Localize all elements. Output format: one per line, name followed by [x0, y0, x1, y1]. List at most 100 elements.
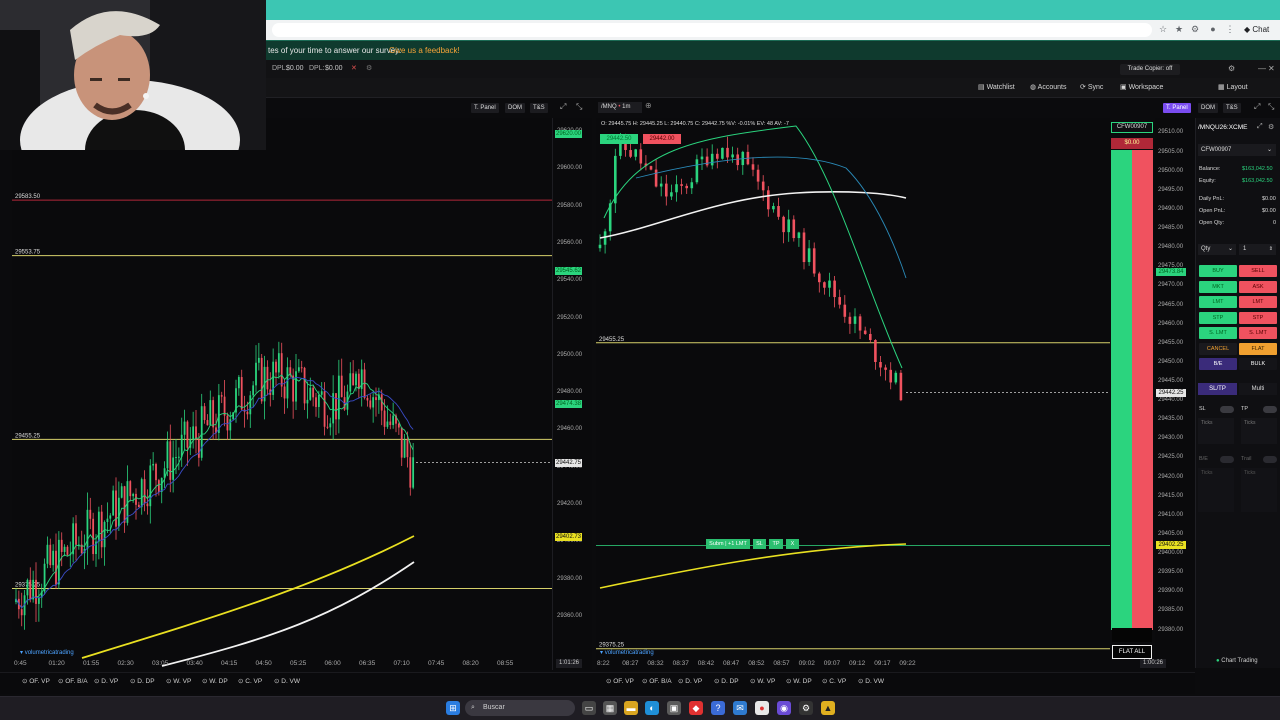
order-button-ask[interactable]: ASK [1239, 280, 1277, 293]
tp-toggle[interactable] [1263, 406, 1277, 413]
qty-type-select[interactable]: Qty ⌄ [1198, 244, 1236, 255]
flat-all-button[interactable]: FLAT ALL [1112, 645, 1152, 659]
dom-sell-column[interactable] [1132, 150, 1153, 630]
price-tick: 29500.00 [557, 351, 583, 358]
symbol-selector[interactable]: /MNQ • 1m [598, 102, 642, 113]
teams-icon[interactable]: ◉ [777, 701, 791, 715]
address-bar[interactable] [272, 23, 1152, 37]
extensions-icon[interactable]: ⚙ [1190, 24, 1200, 34]
order-button-stp[interactable]: STP [1199, 311, 1237, 324]
window-min-icon[interactable]: — [1258, 64, 1266, 73]
multi-tab[interactable]: Multi [1239, 383, 1277, 395]
mail-icon[interactable]: ✉ [733, 701, 747, 715]
chevron-down-icon: ⌄ [1227, 246, 1233, 252]
order-button-bulk[interactable]: BULK [1239, 358, 1277, 370]
tp-ticks-field[interactable]: Ticks [1241, 418, 1277, 444]
order-button-mkt[interactable]: MKT [1199, 280, 1237, 293]
menu-icon[interactable]: ⋮ [1225, 24, 1235, 34]
app-red-icon[interactable]: ◆ [689, 701, 703, 715]
candle-body [143, 479, 146, 504]
edge-icon[interactable]: ◐ [645, 701, 659, 715]
right-chart-area[interactable]: 29455.25 29375.25 [596, 118, 1110, 670]
star-icon[interactable]: ★ [1174, 24, 1184, 34]
order-button-flat[interactable]: FLAT [1239, 342, 1277, 355]
close-icon[interactable]: ✕ [351, 60, 357, 78]
warning-app-icon[interactable]: ▲ [821, 701, 835, 715]
ask-tag[interactable]: 29442.00 [643, 134, 681, 144]
right-price-chart[interactable]: 29455.25 29375.25 [596, 118, 1110, 670]
chart-trading-toggle[interactable]: ● Chart Trading [1216, 658, 1258, 664]
order-button-lmt[interactable]: LMT [1199, 296, 1237, 308]
popout-icon[interactable]: ⤢ [560, 102, 566, 112]
order-button-stp[interactable]: STP [1239, 311, 1277, 324]
bid-tag[interactable]: 29442.50 [600, 134, 638, 144]
chrome-icon[interactable]: ● [755, 701, 769, 715]
sl-ticks-field[interactable]: Ticks [1198, 418, 1234, 444]
start-icon[interactable]: ⊞ [446, 701, 460, 715]
trade-panel-symbol[interactable]: /MNQU26:XCME [1198, 124, 1254, 131]
chat-button[interactable]: ◆ Chat [1244, 23, 1276, 37]
profile-icon[interactable]: ● [1208, 24, 1218, 34]
order-button-sell[interactable]: SELL [1239, 265, 1277, 277]
trail-ticks-field[interactable]: Ticks [1241, 468, 1277, 512]
order-pill-tp[interactable]: TP [769, 539, 783, 549]
left-price-chart[interactable]: 29583.5029553.7529455.2529375.25 [12, 118, 552, 670]
ts-button-left[interactable]: T&S [530, 103, 548, 113]
dom-buy-column[interactable] [1111, 150, 1132, 630]
candle-body [49, 544, 52, 566]
tpanel-button-right[interactable]: T. Panel [1163, 103, 1191, 113]
candle-body [807, 248, 811, 263]
order-pill-sl[interactable]: SL [753, 539, 766, 549]
bookmark-icon[interactable]: ☆ [1158, 24, 1168, 34]
layout-button[interactable]: ▦ Layout [1218, 82, 1248, 94]
candle-body [400, 427, 403, 458]
order-button-lmt[interactable]: LMT [1239, 296, 1277, 308]
order-button-slmt[interactable]: S. LMT [1199, 327, 1237, 339]
store-icon[interactable]: ▣ [667, 701, 681, 715]
file-explorer-icon[interactable]: ▬ [624, 701, 638, 715]
widgets-icon[interactable]: ▦ [603, 701, 617, 715]
candle-body [369, 400, 372, 408]
right-watermark: ▾ volumetricatrading [600, 650, 654, 656]
gear-icon[interactable]: ⚙ [1228, 64, 1235, 73]
expand-icon-right[interactable]: ⤡ [1268, 102, 1274, 112]
workspace-button[interactable]: ▣ Workspace [1120, 82, 1163, 94]
be-ticks-field[interactable]: Ticks [1198, 468, 1234, 512]
account-select[interactable]: CFW00907 ⌄ [1198, 144, 1276, 156]
taskbar-search[interactable]: ⌕ Buscar [465, 700, 575, 716]
left-chart-area[interactable]: 29583.5029553.7529455.2529375.25 [12, 118, 552, 670]
app-blue-icon[interactable]: ? [711, 701, 725, 715]
be-toggle[interactable] [1220, 456, 1234, 463]
settings-icon[interactable]: ⚙ [366, 60, 372, 78]
stepper-icon[interactable]: ⇕ [1269, 244, 1273, 255]
dom-button-right[interactable]: DOM [1198, 103, 1218, 113]
window-close-icon[interactable]: ✕ [1268, 64, 1275, 73]
panel-popout-icon[interactable]: ⤢ [1257, 123, 1263, 131]
add-chart-icon[interactable]: ⊕ [645, 101, 652, 110]
ts-button-right[interactable]: T&S [1223, 103, 1241, 113]
sync-button[interactable]: ⟳ Sync [1080, 82, 1103, 94]
settings-app-icon[interactable]: ⚙ [799, 701, 813, 715]
survey-link[interactable]: Give us a feedback! [389, 41, 460, 61]
dom-button-left[interactable]: DOM [505, 103, 525, 113]
tp-equity-value: $163,042.50 [1242, 178, 1273, 184]
sl-toggle[interactable] [1220, 406, 1234, 413]
trade-copier-status[interactable]: Trade Copier: off [1120, 64, 1180, 75]
watchlist-button[interactable]: ▤ Watchlist [978, 82, 1015, 94]
trail-toggle[interactable] [1263, 456, 1277, 463]
order-button-buy[interactable]: BUY [1199, 265, 1237, 277]
accounts-button[interactable]: ◍ Accounts [1030, 82, 1066, 94]
popout-icon-right[interactable]: ⤢ [1254, 102, 1260, 112]
order-button-be[interactable]: B/E [1199, 358, 1237, 370]
expand-icon[interactable]: ⤡ [576, 102, 582, 112]
order-pill-cancel[interactable]: X [786, 539, 799, 549]
sltp-tab[interactable]: SL/TP [1198, 383, 1237, 395]
candle-body [335, 393, 337, 420]
order-pill-status[interactable]: Subm | +1 LMT [706, 539, 750, 549]
tpanel-button-left[interactable]: T. Panel [471, 103, 499, 113]
order-button-slmt[interactable]: S. LMT [1239, 327, 1277, 339]
order-button-cancel[interactable]: CANCEL [1199, 342, 1237, 355]
panel-settings-icon[interactable]: ⚙ [1268, 123, 1274, 131]
qty-input[interactable]: 1 ⇕ [1239, 244, 1276, 255]
task-view-icon[interactable]: ▭ [582, 701, 596, 715]
